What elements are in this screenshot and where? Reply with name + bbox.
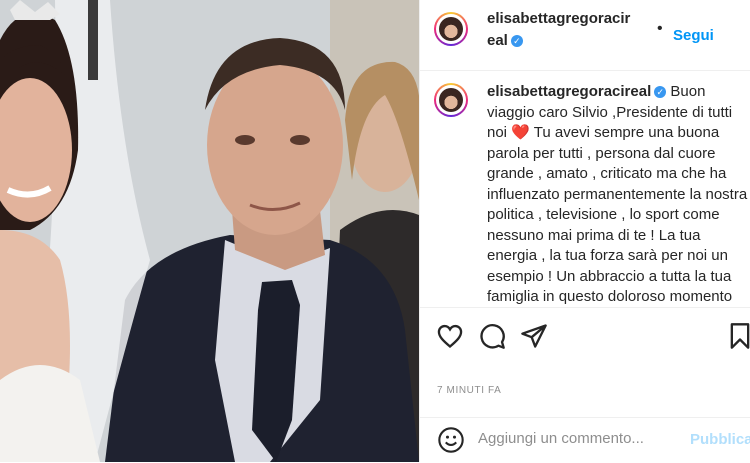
post-timestamp[interactable]: 7 MINUTI FA: [437, 385, 501, 396]
caption-avatar[interactable]: [434, 83, 468, 117]
caption: elisabettagregoracireal ✓ Buon viaggio ca…: [487, 82, 749, 307]
photo-illustration: [0, 0, 419, 462]
caption-username[interactable]: elisabettagregoracireal: [487, 83, 651, 100]
heart-icon[interactable]: [436, 322, 464, 350]
caption-area: elisabettagregoracireal ✓ Buon viaggio ca…: [420, 71, 750, 307]
heart-emoji: ❤️: [511, 124, 530, 141]
post-side-panel: elisabettagregoracireal ✓ • Segui elisabe…: [419, 0, 750, 462]
follow-button[interactable]: Segui: [673, 27, 714, 44]
username-text: elisabettagregoracireal: [487, 10, 631, 49]
verified-badge-icon: ✓: [510, 35, 523, 47]
comment-input[interactable]: [478, 430, 678, 447]
emoji-icon[interactable]: [437, 426, 465, 454]
bookmark-icon[interactable]: [726, 322, 750, 350]
avatar[interactable]: [434, 12, 468, 46]
post-header: elisabettagregoracireal ✓ • Segui: [420, 0, 750, 71]
action-bar: 7 MINUTI FA: [420, 307, 750, 418]
caption-verified-badge-icon: ✓: [654, 86, 667, 98]
comment-bar: Pubblica: [420, 417, 750, 463]
post-photo[interactable]: [0, 0, 419, 462]
username-link[interactable]: elisabettagregoracireal ✓: [487, 8, 631, 52]
publish-button[interactable]: Pubblica: [690, 431, 750, 448]
share-icon[interactable]: [520, 322, 548, 350]
comment-icon[interactable]: [478, 322, 506, 350]
caption-text-2: Tu avevi sempre una buona parola per tut…: [487, 124, 748, 305]
separator-dot: •: [657, 20, 663, 37]
